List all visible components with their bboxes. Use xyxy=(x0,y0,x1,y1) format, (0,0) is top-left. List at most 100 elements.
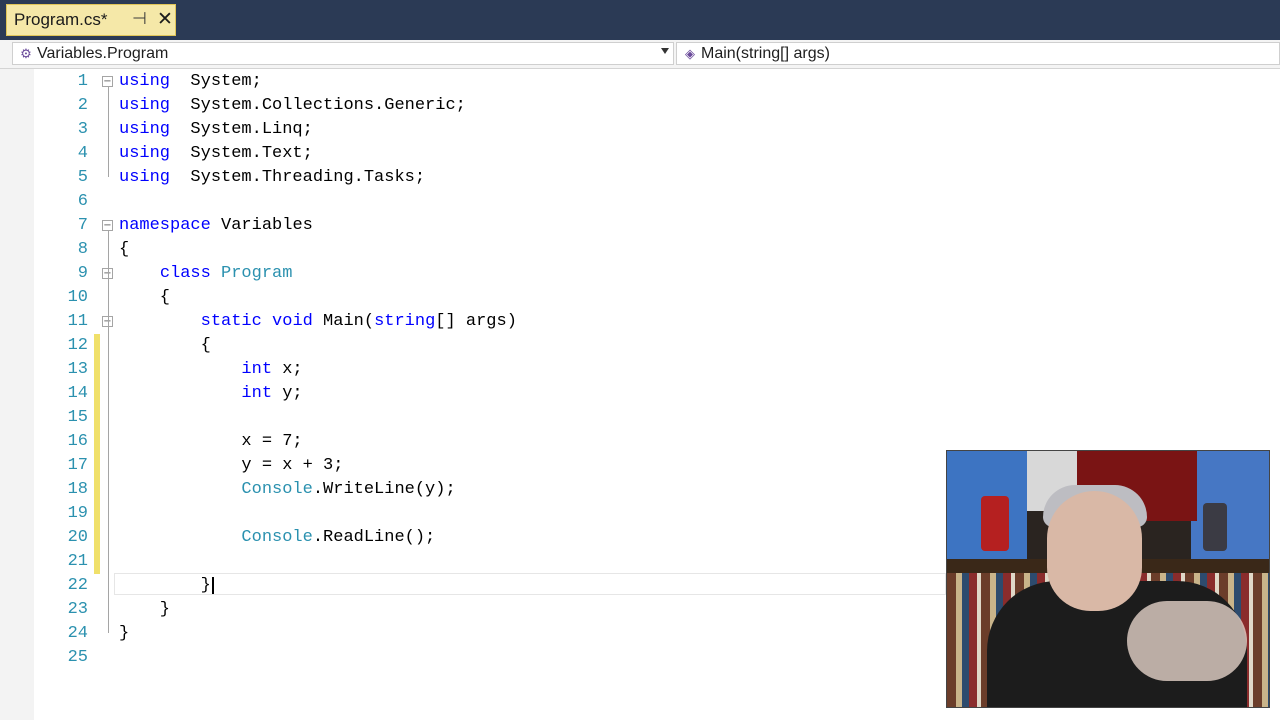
line-number: 3 xyxy=(77,120,88,139)
code-line[interactable]: 14 int y; xyxy=(0,382,1280,406)
fold-guide-line xyxy=(108,87,109,177)
code-token: System; xyxy=(170,72,262,91)
lantern-image xyxy=(981,496,1009,551)
code-text: using System.Linq; xyxy=(119,118,313,142)
code-text: } xyxy=(119,622,129,646)
presenter-face xyxy=(1047,491,1142,611)
code-line[interactable]: 13 int x; xyxy=(0,358,1280,382)
lantern-image xyxy=(1203,503,1227,551)
code-text: } xyxy=(119,598,170,622)
tab-title: Program.cs* xyxy=(14,10,108,29)
members-dropdown-label: Main(string[] args) xyxy=(701,44,830,62)
code-line[interactable]: 12 { xyxy=(0,334,1280,358)
change-indicator xyxy=(94,382,100,406)
change-indicator xyxy=(94,502,100,526)
chevron-down-icon[interactable] xyxy=(661,48,669,54)
method-icon: ◈ xyxy=(685,45,695,61)
fold-guide-line xyxy=(108,327,109,585)
line-number: 17 xyxy=(67,456,88,475)
type-token: Program xyxy=(221,264,293,283)
collapse-icon[interactable]: − xyxy=(102,76,113,87)
line-number: 20 xyxy=(67,528,88,547)
class-icon: ⚙ xyxy=(20,45,32,61)
code-text: y = x + 3; xyxy=(119,454,343,478)
code-line[interactable]: 5 using System.Threading.Tasks; xyxy=(0,166,1280,190)
line-number: 13 xyxy=(67,360,88,379)
code-line[interactable]: 15 xyxy=(0,406,1280,430)
members-dropdown[interactable]: ◈ Main(string[] args) xyxy=(676,42,1280,65)
code-line[interactable]: 9− class Program xyxy=(0,262,1280,286)
code-line[interactable]: 7 − namespace Variables xyxy=(0,214,1280,238)
presenter-hand xyxy=(1127,601,1247,681)
code-token: .WriteLine(y); xyxy=(312,480,456,499)
code-token: } xyxy=(119,624,130,643)
line-number: 21 xyxy=(67,552,88,571)
keyword-token: namespace xyxy=(119,216,211,235)
line-number: 1 xyxy=(77,72,88,91)
line-number: 11 xyxy=(67,312,88,331)
code-line[interactable]: 2 using System.Collections.Generic; xyxy=(0,94,1280,118)
code-token: Main( xyxy=(312,312,375,331)
collapse-icon[interactable]: − xyxy=(102,220,113,231)
code-text: using System.Collections.Generic; xyxy=(119,94,466,118)
code-text: { xyxy=(119,286,170,310)
code-token: { xyxy=(119,288,171,307)
code-token: y; xyxy=(272,384,303,403)
keyword-token: using xyxy=(119,120,171,139)
code-token: System.Collections.Generic; xyxy=(170,96,466,115)
code-text: Console.WriteLine(y); xyxy=(119,478,456,502)
code-line[interactable]: 8{ xyxy=(0,238,1280,262)
line-number: 6 xyxy=(77,192,88,211)
line-number: 2 xyxy=(77,96,88,115)
code-line[interactable]: 1 − using System; xyxy=(0,70,1280,94)
line-number: 8 xyxy=(77,240,88,259)
code-token: x = 7; xyxy=(119,432,303,451)
code-token: Variables xyxy=(210,216,313,235)
change-indicator xyxy=(94,478,100,502)
code-text: int x; xyxy=(119,358,303,382)
line-number: 14 xyxy=(67,384,88,403)
code-line[interactable]: 11− static void Main(string[] args) xyxy=(0,310,1280,334)
text-caret xyxy=(212,577,214,594)
code-text: using System.Threading.Tasks; xyxy=(119,166,425,190)
code-line[interactable]: 10 { xyxy=(0,286,1280,310)
types-dropdown-label: Variables.Program xyxy=(37,44,169,62)
code-text: static void Main(string[] args) xyxy=(119,310,517,334)
line-number: 16 xyxy=(67,432,88,451)
change-indicator xyxy=(94,406,100,430)
change-indicator xyxy=(94,334,100,358)
types-dropdown[interactable]: ⚙ Variables.Program xyxy=(12,42,674,65)
close-icon[interactable]: ✕ xyxy=(157,8,173,31)
current-line-highlight xyxy=(114,573,946,595)
keyword-token: void xyxy=(272,312,313,331)
code-text: Console.ReadLine(); xyxy=(119,526,435,550)
document-tab-strip: Program.cs* ⊣ ✕ xyxy=(0,0,1280,40)
line-number: 9 xyxy=(77,264,88,283)
type-token: Console xyxy=(241,480,313,499)
line-number: 22 xyxy=(67,576,88,595)
type-token: Console xyxy=(241,528,313,547)
pin-icon[interactable]: ⊣ xyxy=(132,9,147,29)
line-number: 19 xyxy=(67,504,88,523)
line-number: 18 xyxy=(67,480,88,499)
change-indicator xyxy=(94,358,100,382)
code-line[interactable]: 3 using System.Linq; xyxy=(0,118,1280,142)
code-line[interactable]: 6 xyxy=(0,190,1280,214)
line-number: 25 xyxy=(67,648,88,667)
line-number: 7 xyxy=(77,216,88,235)
code-text: using System.Text; xyxy=(119,142,313,166)
keyword-token: class xyxy=(159,264,211,283)
code-text: using System; xyxy=(119,70,262,94)
line-number: 10 xyxy=(67,288,88,307)
code-line[interactable]: 4 using System.Text; xyxy=(0,142,1280,166)
tab-program-cs[interactable]: Program.cs* ⊣ ✕ xyxy=(6,4,176,36)
code-token: x; xyxy=(272,360,303,379)
